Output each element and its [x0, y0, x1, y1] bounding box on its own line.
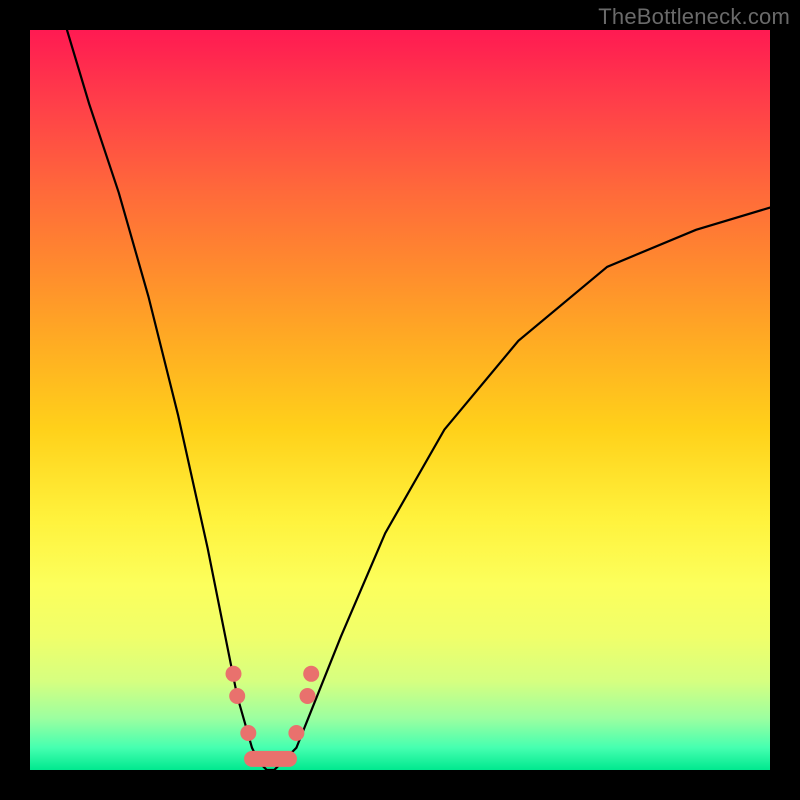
bottleneck-curve [67, 30, 770, 770]
chart-svg [30, 30, 770, 770]
curve-marker [288, 725, 304, 741]
curve-marker [226, 666, 242, 682]
curve-marker [300, 688, 316, 704]
curve-markers [226, 666, 320, 741]
curve-marker [303, 666, 319, 682]
watermark-text: TheBottleneck.com [598, 4, 790, 30]
plot-area [30, 30, 770, 770]
outer-frame: TheBottleneck.com [0, 0, 800, 800]
curve-marker [240, 725, 256, 741]
curve-marker [229, 688, 245, 704]
